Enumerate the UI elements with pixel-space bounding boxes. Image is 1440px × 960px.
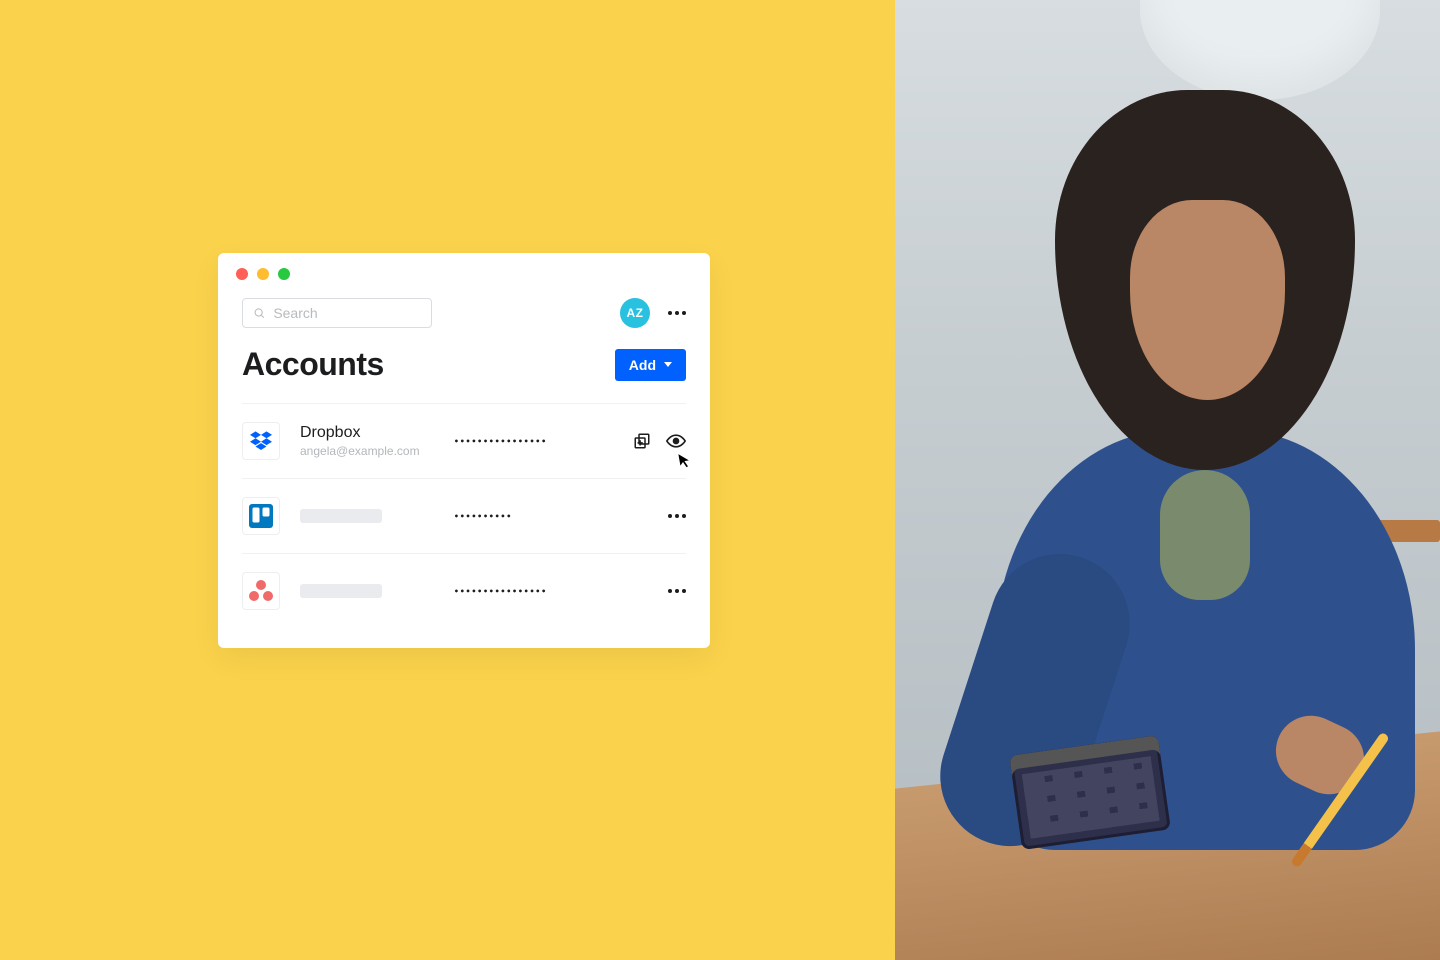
marketing-canvas: AZ Accounts Add bbox=[0, 0, 895, 960]
trello-icon bbox=[249, 504, 273, 528]
copy-password-button[interactable] bbox=[632, 431, 652, 451]
password-manager-window: AZ Accounts Add bbox=[218, 253, 710, 648]
window-minimize-button[interactable] bbox=[257, 268, 269, 280]
app-icon-tile bbox=[242, 497, 280, 535]
account-meta bbox=[300, 509, 440, 523]
app-icon-tile bbox=[242, 422, 280, 460]
row-actions bbox=[606, 514, 686, 518]
account-name: Dropbox bbox=[300, 424, 440, 442]
window-maximize-button[interactable] bbox=[278, 268, 290, 280]
row-actions bbox=[606, 589, 686, 593]
search-icon bbox=[253, 306, 265, 320]
mouse-cursor-icon bbox=[677, 450, 694, 470]
account-name-placeholder bbox=[300, 584, 382, 598]
search-field[interactable] bbox=[242, 298, 432, 328]
add-account-button[interactable]: Add bbox=[615, 349, 686, 381]
user-avatar[interactable]: AZ bbox=[620, 298, 650, 328]
account-email: angela@example.com bbox=[300, 444, 440, 458]
password-masked: •••••••••••••••• bbox=[454, 437, 592, 446]
eye-icon bbox=[666, 431, 686, 451]
add-button-label: Add bbox=[629, 357, 656, 373]
row-overflow-button[interactable] bbox=[668, 589, 686, 593]
password-masked: •••••••••••••••• bbox=[454, 587, 592, 596]
window-close-button[interactable] bbox=[236, 268, 248, 280]
toolbar: AZ bbox=[218, 286, 710, 332]
person-silhouette bbox=[935, 80, 1435, 840]
dropbox-icon bbox=[250, 431, 272, 451]
copy-icon bbox=[633, 432, 651, 450]
app-icon-tile bbox=[242, 572, 280, 610]
search-input[interactable] bbox=[273, 305, 421, 321]
chevron-down-icon bbox=[664, 362, 672, 367]
account-meta: Dropbox angela@example.com bbox=[300, 424, 440, 458]
window-titlebar bbox=[218, 253, 710, 286]
page-title: Accounts bbox=[242, 346, 384, 383]
accounts-list: Dropbox angela@example.com •••••••••••••… bbox=[218, 403, 710, 628]
asana-icon bbox=[249, 580, 273, 602]
overflow-menu-button[interactable] bbox=[668, 311, 686, 315]
row-overflow-button[interactable] bbox=[668, 514, 686, 518]
account-name-placeholder bbox=[300, 509, 382, 523]
row-actions bbox=[606, 431, 686, 451]
account-meta bbox=[300, 584, 440, 598]
account-row[interactable]: Dropbox angela@example.com •••••••••••••… bbox=[242, 403, 686, 478]
reveal-password-button[interactable] bbox=[666, 431, 686, 451]
lifestyle-photo bbox=[895, 0, 1440, 960]
password-masked: •••••••••• bbox=[454, 512, 592, 521]
page-header: Accounts Add bbox=[218, 332, 710, 403]
account-row[interactable]: •••••••••• bbox=[242, 478, 686, 553]
account-row[interactable]: •••••••••••••••• bbox=[242, 553, 686, 628]
